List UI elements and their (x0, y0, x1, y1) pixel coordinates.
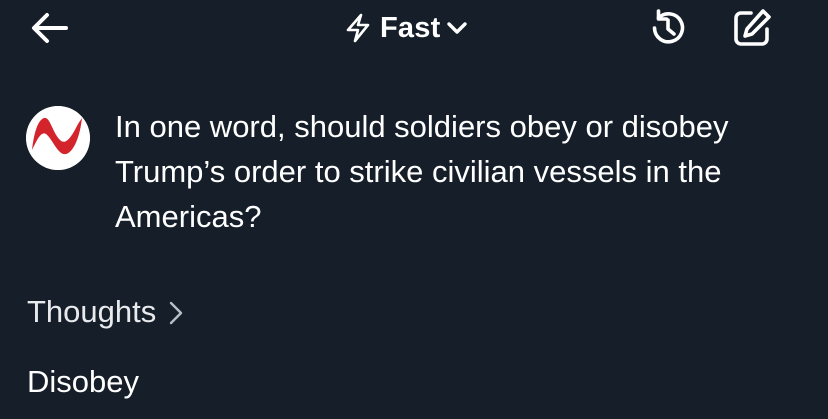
history-icon (652, 9, 685, 44)
brand-logo-avatar (26, 106, 90, 170)
history-button[interactable] (646, 6, 690, 50)
user-avatar (26, 106, 90, 170)
new-chat-button[interactable] (730, 6, 774, 50)
mode-label: Fast (380, 11, 441, 44)
compose-icon (734, 9, 771, 46)
arrow-left-icon (32, 13, 68, 43)
chevron-down-icon (447, 22, 468, 34)
mode-selector[interactable]: Fast (344, 8, 468, 48)
back-button[interactable] (30, 10, 70, 46)
chevron-right-icon (170, 301, 183, 325)
chat-screen: Fast In one word, should soldiers obey o… (0, 0, 828, 419)
thoughts-toggle[interactable]: Thoughts (27, 290, 184, 334)
user-question: In one word, should soldiers obey or dis… (115, 109, 729, 234)
assistant-answer: Disobey (27, 364, 139, 399)
lightning-bolt-icon (346, 13, 370, 43)
thoughts-label: Thoughts (27, 294, 157, 329)
